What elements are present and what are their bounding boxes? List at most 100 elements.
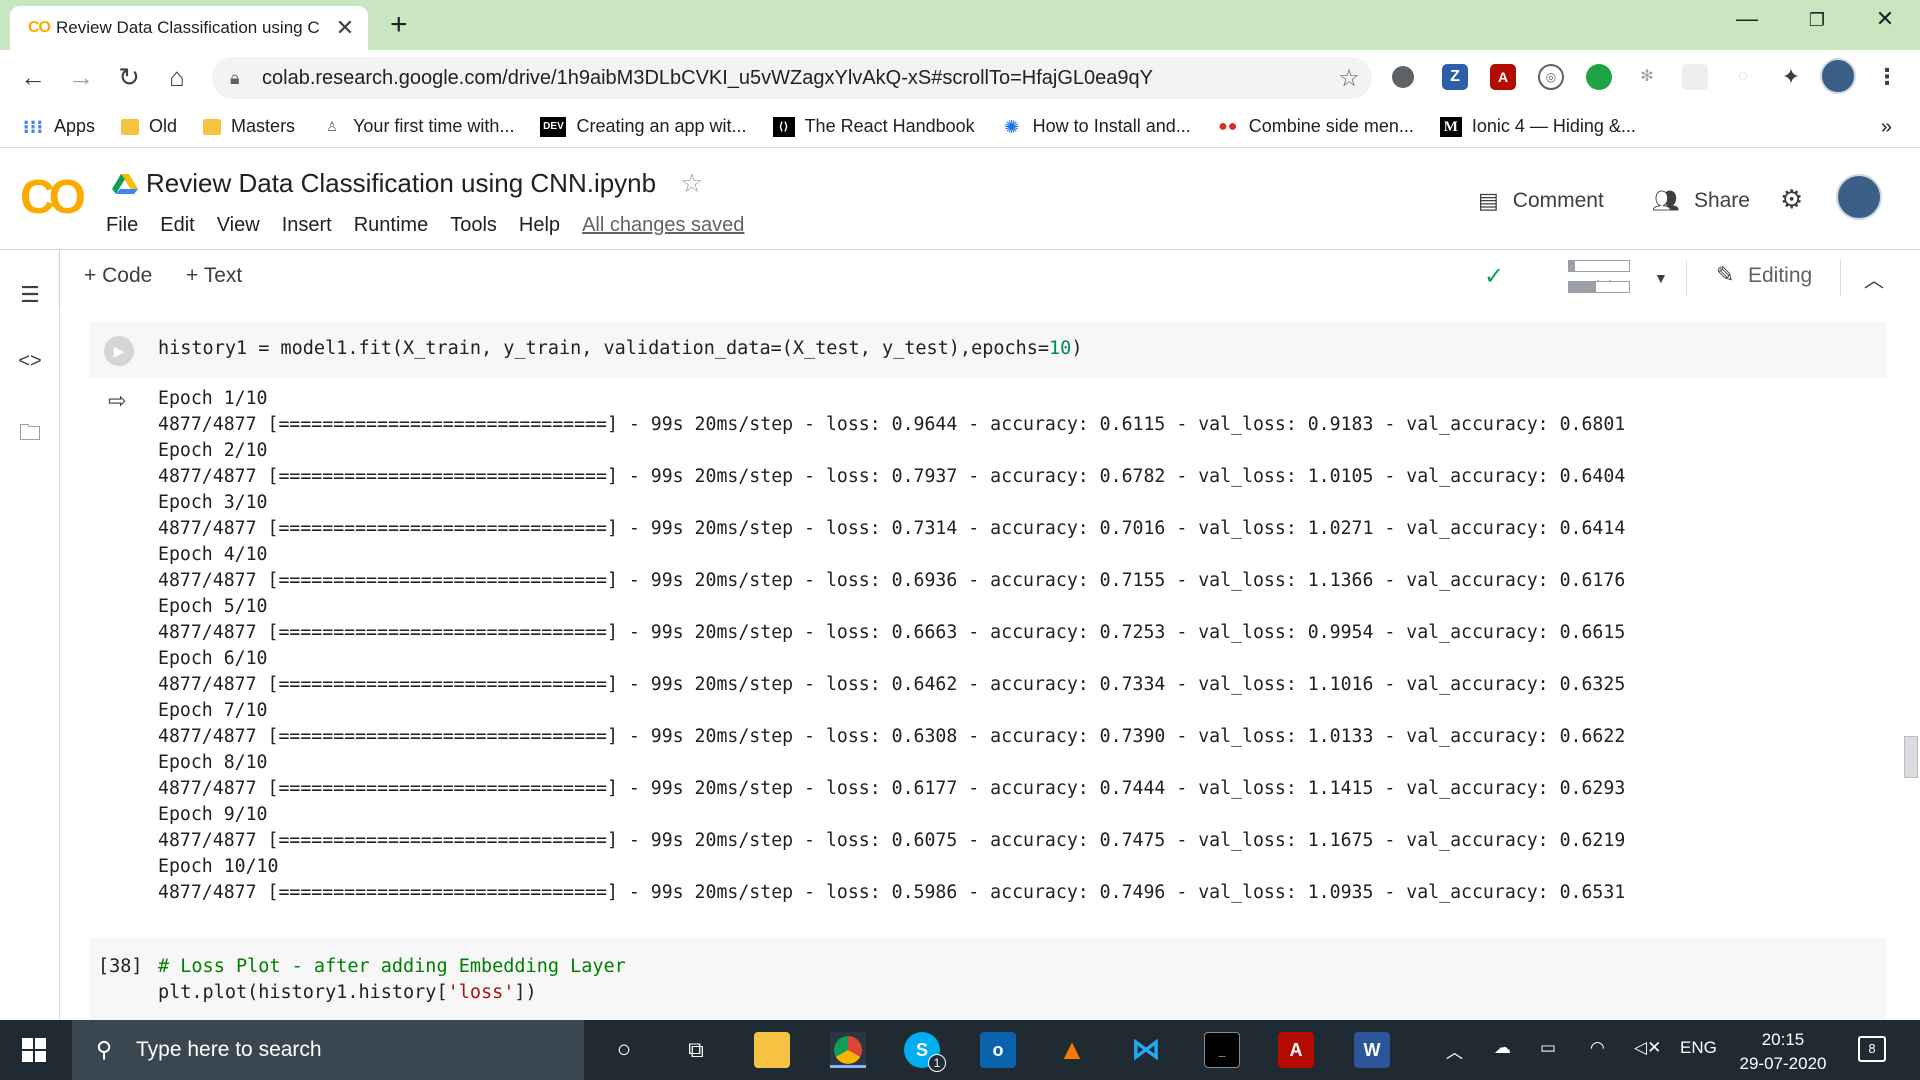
bookmark-react-handbook[interactable]: ⟨⟩ The React Handbook bbox=[772, 116, 975, 137]
collapse-header-icon[interactable]: ︿ bbox=[1864, 264, 1884, 293]
menu-file[interactable]: File bbox=[106, 214, 138, 237]
task-view-icon[interactable]: ⧉ bbox=[678, 1032, 714, 1068]
colab-logo[interactable]: CO bbox=[20, 170, 86, 225]
chrome-menu-icon[interactable]: ⋮ bbox=[1874, 64, 1900, 90]
bookmark-masters[interactable]: Masters bbox=[203, 116, 295, 137]
close-tab-icon[interactable]: ✕ bbox=[334, 15, 356, 41]
battery-icon[interactable]: ▭ bbox=[1540, 1038, 1556, 1058]
page-scrollbar-thumb[interactable] bbox=[1904, 736, 1918, 778]
browser-tab[interactable]: CO Review Data Classification using C ✕ bbox=[10, 6, 368, 50]
chrome-taskbar-icon[interactable] bbox=[830, 1032, 866, 1068]
show-hidden-icons[interactable]: ︿ bbox=[1446, 1038, 1463, 1063]
taskbar-clock[interactable]: 20:15 29-07-2020 bbox=[1732, 1028, 1834, 1076]
reload-icon[interactable]: ↻ bbox=[112, 62, 146, 93]
word-icon[interactable]: W bbox=[1354, 1032, 1390, 1068]
extension-z-icon[interactable]: Z bbox=[1442, 64, 1468, 90]
star-notebook-icon[interactable]: ☆ bbox=[680, 168, 703, 199]
grammarly-extension-icon[interactable] bbox=[1586, 64, 1612, 90]
wifi-icon[interactable]: ◠ bbox=[1590, 1038, 1605, 1058]
extension-blank-icon[interactable] bbox=[1682, 64, 1708, 90]
ram-usage-fill bbox=[1569, 261, 1575, 271]
settings-gear-icon[interactable]: ⚙ bbox=[1780, 184, 1803, 215]
chrome-profile-avatar[interactable] bbox=[1820, 58, 1856, 94]
extension-ring-icon[interactable]: ◎ bbox=[1538, 64, 1564, 90]
menu-view[interactable]: View bbox=[217, 214, 260, 237]
folder-icon bbox=[121, 118, 140, 135]
bookmark-old[interactable]: Old bbox=[121, 116, 177, 137]
extension-gear-icon[interactable]: ✻ bbox=[1634, 64, 1660, 90]
bookmark-star-icon[interactable]: ☆ bbox=[1326, 64, 1372, 93]
bookmark-ionic[interactable]: M Ionic 4 — Hiding &... bbox=[1439, 116, 1636, 137]
new-tab-button[interactable]: + bbox=[390, 8, 408, 42]
account-avatar[interactable] bbox=[1836, 174, 1882, 220]
cell-code-line[interactable]: history1 = model1.fit(X_train, y_train, … bbox=[158, 338, 1082, 359]
code-snippets-icon[interactable]: <> bbox=[0, 350, 60, 373]
home-icon[interactable]: ⌂ bbox=[160, 62, 194, 93]
vscode-icon[interactable]: ⋈ bbox=[1128, 1032, 1164, 1068]
close-window-icon[interactable]: ✕ bbox=[1850, 6, 1920, 32]
vlc-icon[interactable]: ▲ bbox=[1054, 1032, 1090, 1068]
bookmark-creating-app[interactable]: DEV Creating an app wit... bbox=[540, 116, 747, 137]
onedrive-icon[interactable]: ☁ bbox=[1494, 1038, 1511, 1058]
menu-insert[interactable]: Insert bbox=[282, 214, 332, 237]
add-code-button[interactable]: + Code bbox=[84, 264, 152, 288]
bookmark-label: Masters bbox=[231, 116, 296, 136]
google-drive-icon[interactable] bbox=[112, 173, 138, 195]
runtime-dropdown-icon[interactable]: ▼ bbox=[1654, 270, 1668, 286]
menu-help[interactable]: Help bbox=[519, 214, 560, 237]
notebook-title[interactable]: Review Data Classification using CNN.ipy… bbox=[146, 168, 656, 199]
bookmark-how-to-install[interactable]: ✺ How to Install and... bbox=[1001, 116, 1191, 137]
output-line: 4877/4877 [=============================… bbox=[158, 466, 1626, 487]
output-line: 4877/4877 [=============================… bbox=[158, 518, 1626, 539]
cell-code-line[interactable]: # Loss Plot - after adding Embedding Lay… bbox=[158, 956, 626, 977]
output-toggle-icon[interactable]: ⇨ bbox=[108, 388, 126, 414]
execution-count: [38] bbox=[98, 956, 143, 977]
files-folder-icon[interactable]: 🗀 bbox=[0, 416, 60, 454]
terminal-icon[interactable]: _ bbox=[1204, 1032, 1240, 1068]
address-bar[interactable]: 🔒︎ colab.research.google.com/drive/1h9ai… bbox=[212, 57, 1372, 99]
acrobat-extension-icon[interactable]: A bbox=[1490, 64, 1516, 90]
cortana-icon[interactable]: ○ bbox=[606, 1032, 642, 1068]
share-button[interactable]: 👥︎ Share bbox=[1652, 188, 1750, 214]
add-text-button[interactable]: + Text bbox=[186, 264, 242, 288]
run-cell-icon[interactable]: ▶ bbox=[104, 336, 134, 366]
menu-edit[interactable]: Edit bbox=[160, 214, 194, 237]
tab-strip: CO Review Data Classification using C ✕ … bbox=[0, 0, 1920, 50]
extension-circle-icon[interactable] bbox=[1392, 66, 1414, 88]
extension-dot-icon[interactable]: ◌ bbox=[1730, 64, 1756, 90]
bookmark-label: Your first time with... bbox=[353, 116, 515, 136]
extensions-puzzle-icon[interactable]: ✦ bbox=[1778, 64, 1804, 90]
restore-icon[interactable]: ❐ bbox=[1782, 10, 1852, 31]
colab-favicon-icon: CO bbox=[28, 19, 51, 36]
code-cell-loss-plot[interactable]: [38] # Loss Plot - after adding Embeddin… bbox=[90, 938, 1886, 1020]
menu-runtime[interactable]: Runtime bbox=[354, 214, 428, 237]
windows-start-icon[interactable] bbox=[22, 1038, 46, 1062]
editing-mode-button[interactable]: Editing bbox=[1748, 264, 1812, 288]
volume-muted-icon[interactable]: ◁✕ bbox=[1634, 1038, 1661, 1058]
notebook-body: ▶ history1 = model1.fit(X_train, y_train… bbox=[60, 306, 1920, 1020]
comment-button[interactable]: ▤ Comment bbox=[1478, 188, 1604, 214]
site-icon: ♙ bbox=[326, 118, 338, 134]
file-explorer-icon[interactable] bbox=[754, 1032, 790, 1068]
language-indicator[interactable]: ENG bbox=[1680, 1038, 1717, 1058]
save-status[interactable]: All changes saved bbox=[582, 214, 744, 237]
acrobat-taskbar-icon[interactable]: A bbox=[1278, 1032, 1314, 1068]
forward-icon[interactable]: → bbox=[64, 62, 98, 93]
site-icon: ●● bbox=[1218, 117, 1238, 135]
bookmark-combine-side-menu[interactable]: ●● Combine side men... bbox=[1217, 116, 1414, 137]
output-line: Epoch 2/10 bbox=[158, 440, 268, 461]
url-text: colab.research.google.com/drive/1h9aibM3… bbox=[262, 66, 1153, 89]
bookmark-apps[interactable]: ⁝⁝⁝ Apps bbox=[22, 116, 95, 137]
table-of-contents-icon[interactable]: ☰ bbox=[0, 282, 60, 308]
comment-icon: ▤ bbox=[1478, 188, 1499, 213]
more-bookmarks-icon[interactable]: » bbox=[1881, 116, 1892, 139]
menu-tools[interactable]: Tools bbox=[450, 214, 497, 237]
outlook-icon[interactable]: o bbox=[980, 1032, 1016, 1068]
back-icon[interactable]: ← bbox=[16, 62, 50, 93]
code-cell-fit[interactable]: ▶ history1 = model1.fit(X_train, y_train… bbox=[90, 322, 1886, 378]
minimize-icon[interactable]: — bbox=[1712, 6, 1782, 32]
bookmark-first-time[interactable]: ♙ Your first time with... bbox=[321, 116, 514, 137]
cell-code-line[interactable]: plt.plot(history1.history['loss']) bbox=[158, 982, 537, 1003]
action-center-icon[interactable]: 8 bbox=[1858, 1036, 1886, 1062]
taskbar-search[interactable]: ⚲ Type here to search bbox=[72, 1020, 584, 1080]
